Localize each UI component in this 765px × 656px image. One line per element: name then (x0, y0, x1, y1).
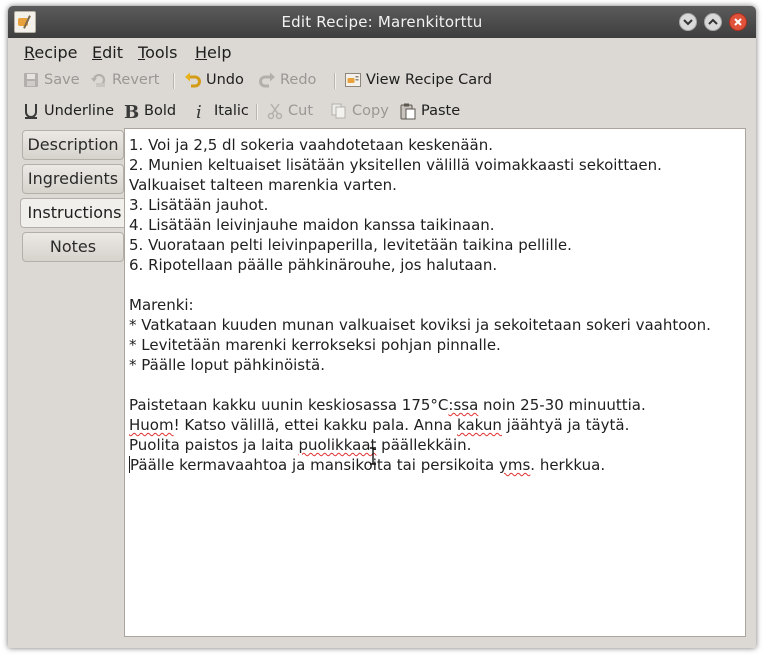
close-icon (734, 18, 742, 26)
revert-icon (91, 73, 106, 87)
instructions-text-editor[interactable]: 1. Voi ja 2,5 dl sokeria vaahdotetaan ke… (124, 128, 746, 637)
text-run: . herkkua. (530, 456, 606, 474)
text-line (129, 375, 741, 395)
toolbar-separator (173, 73, 174, 89)
menu-tools[interactable]: Tools (138, 43, 177, 62)
text-line: * Levitetään marenki kerrokseksi pohjan … (129, 336, 501, 354)
bold-icon: B (124, 102, 139, 120)
text-line: 3. Lisätään jauhot. (129, 196, 269, 214)
bold-label: Bold (144, 103, 177, 119)
menu-tools-mnemonic: T (138, 43, 146, 62)
misspelled-word: puolikkaat (298, 436, 377, 454)
misspelled-word: kakun (457, 416, 502, 434)
copy-label: Copy (352, 103, 389, 119)
title-bar[interactable]: Edit Recipe: Marenkitorttu (8, 6, 756, 38)
save-label: Save (44, 72, 80, 88)
text-line: * Vatkataan kuuden munan valkuaiset kovi… (129, 316, 711, 334)
text-run: Paistetaan kakku uunin keskiosassa 175°C (129, 396, 449, 414)
text-run: noin 25-30 minuuttia. (478, 396, 646, 414)
text-run: jäähtyä ja täytä. (501, 416, 630, 434)
text-line: Paistetaan kakku uunin keskiosassa 175°C… (129, 395, 741, 415)
text-run: ! Katso välillä, ettei kakku pala. Anna (173, 416, 458, 434)
undo-icon (185, 72, 201, 88)
menu-edit[interactable]: Edit (92, 43, 123, 62)
recipe-card-icon (345, 73, 361, 87)
svg-text:B: B (124, 102, 139, 120)
menu-help-mnemonic: H (195, 43, 208, 62)
minimize-button[interactable] (679, 13, 697, 31)
text-line: 4. Lisätään leivinjauhe maidon kanssa ta… (129, 216, 495, 234)
underline-icon (25, 104, 37, 119)
text-run: päällekkäin. (376, 436, 472, 454)
underline-label: Underline (44, 103, 115, 119)
save-icon (24, 73, 38, 87)
menu-edit-mnemonic: E (92, 43, 103, 62)
text-line: 1. Voi ja 2,5 dl sokeria vaahdotetaan ke… (129, 136, 494, 154)
tab-notes[interactable]: Notes (22, 232, 124, 262)
paste-label: Paste (421, 103, 461, 119)
toolbar-separator (256, 104, 257, 120)
menu-recipe-mnemonic: R (24, 43, 35, 62)
text-line (129, 275, 741, 295)
text-line: * Päälle loput pähkinöistä. (129, 356, 325, 374)
toolbar-separator (334, 73, 335, 89)
svg-text:i: i (196, 102, 202, 120)
menu-recipe[interactable]: Recipe (24, 43, 78, 62)
cut-label: Cut (288, 103, 313, 119)
format-toolbar: Underline B Bold i Italic Cut Copy Paste (8, 96, 756, 126)
view-recipe-card-label: View Recipe Card (366, 72, 493, 88)
text-line: Puolita paistos ja laita puolikkaat pääl… (129, 435, 741, 455)
text-run: Päälle kermavaahtoa ja mansikoita tai pe… (130, 456, 499, 474)
text-line: Marenki: (129, 296, 194, 314)
menu-help-label: elp (207, 43, 232, 62)
redo-label: Redo (280, 72, 317, 88)
ibeam-cursor-icon (370, 447, 376, 465)
misspelled-word: :ssa (448, 396, 479, 414)
italic-icon: i (196, 102, 202, 120)
text-line: 5. Vuorataan pelti leivinpaperilla, levi… (129, 236, 572, 254)
menu-bar: Recipe Edit Tools Help (8, 39, 756, 65)
chevron-up-icon (708, 18, 718, 25)
menu-tools-label: ools (145, 43, 178, 62)
menu-help[interactable]: Help (195, 43, 231, 62)
misspelled-word: Huom (129, 416, 174, 434)
tab-description[interactable]: Description (22, 130, 124, 160)
scissors-icon (267, 103, 283, 120)
menu-recipe-label: ecipe (34, 43, 78, 62)
redo-icon (259, 72, 275, 88)
close-button[interactable] (729, 13, 747, 31)
maximize-button[interactable] (704, 13, 722, 31)
revert-label: Revert (112, 72, 160, 88)
text-line: Päälle kermavaahtoa ja mansikoita tai pe… (129, 455, 741, 475)
copy-icon (331, 103, 346, 119)
edit-recipe-window: Edit Recipe: Marenkitorttu Recipe Edit T… (8, 6, 756, 648)
undo-label: Undo (206, 72, 244, 88)
misspelled-word: yms (498, 456, 531, 474)
italic-label: Italic (214, 103, 249, 119)
text-line: 2. Munien keltuaiset lisätään yksitellen… (129, 156, 662, 174)
tab-instructions[interactable]: Instructions (20, 198, 128, 228)
text-line: 6. Ripotellaan päälle pähkinärouhe, jos … (129, 256, 498, 274)
text-run: Puolita paistos ja laita (129, 436, 299, 454)
main-toolbar: Save Revert Undo Redo View Recipe Card (8, 65, 756, 95)
chevron-down-icon (683, 19, 693, 26)
text-line: Valkuaiset talteen marenkia varten. (129, 176, 397, 194)
window-title: Edit Recipe: Marenkitorttu (281, 13, 483, 31)
tab-ingredients[interactable]: Ingredients (22, 164, 124, 194)
paste-icon (400, 103, 416, 120)
menu-edit-label: dit (102, 43, 123, 62)
text-line: Huom! Katso välillä, ettei kakku pala. A… (129, 415, 741, 435)
